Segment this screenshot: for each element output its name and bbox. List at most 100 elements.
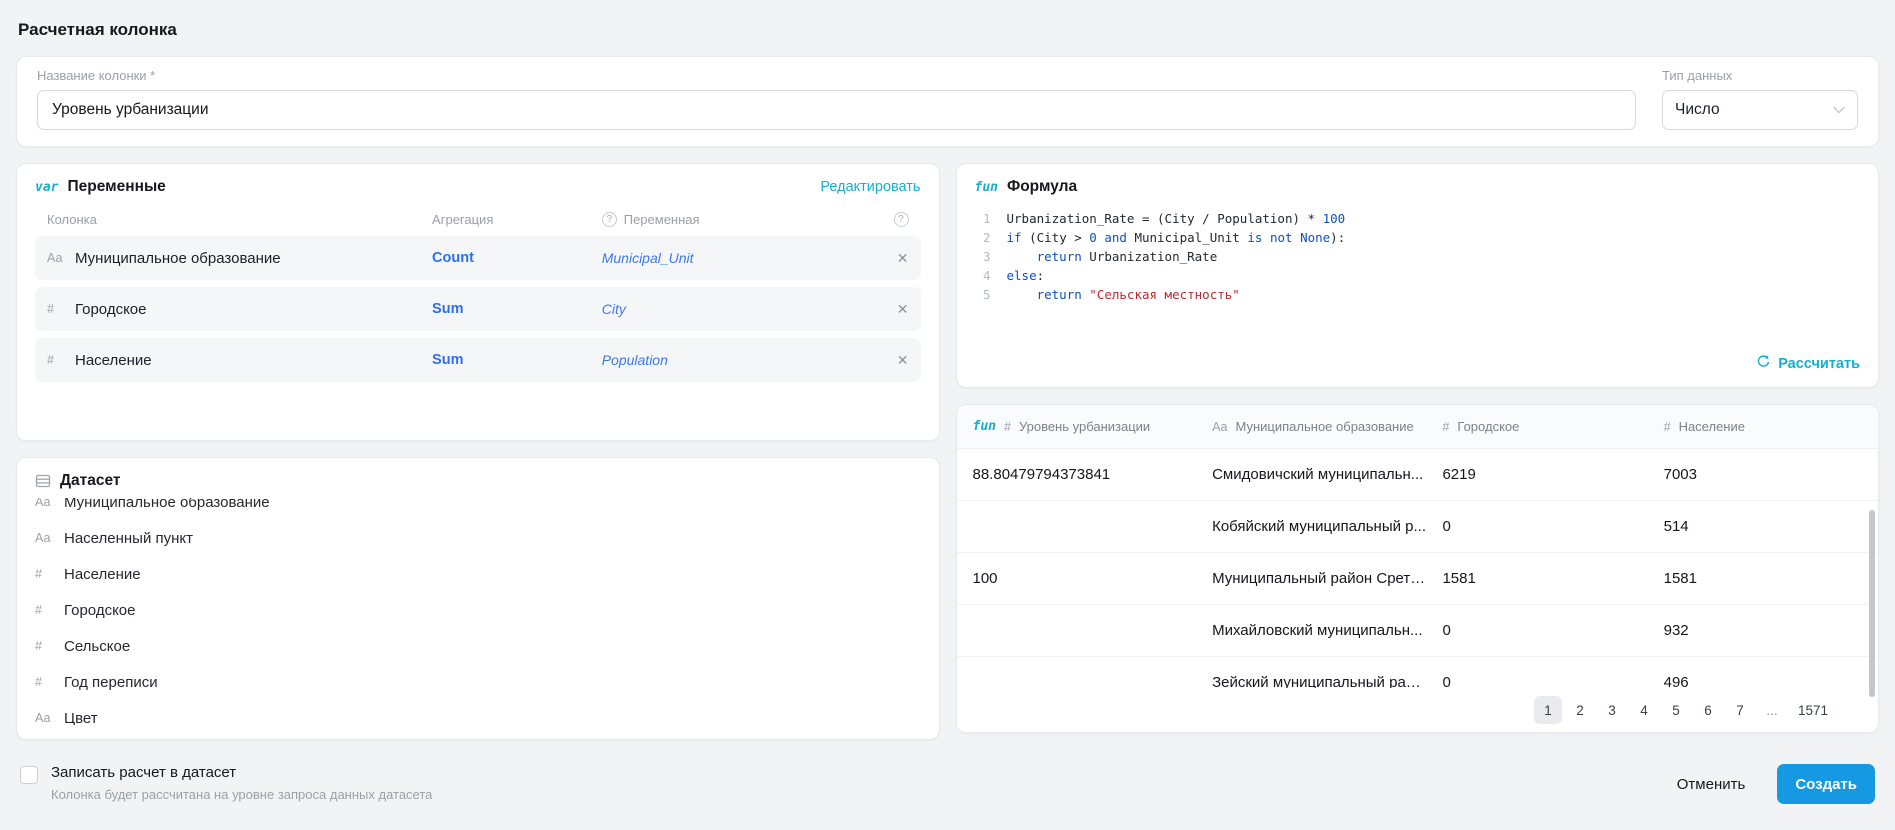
right-column: fun Формула 1Urbanization_Rate = (City /… [956, 163, 1880, 733]
table-cell: 100 [957, 570, 1197, 587]
field-type-icon: Аа [35, 711, 52, 725]
field-type-icon: # [1442, 420, 1449, 434]
calculate-button[interactable]: Рассчитать [975, 354, 1861, 373]
formula-code[interactable]: 1Urbanization_Rate = (City / Population)… [975, 209, 1861, 304]
column-name-field-group: Название колонки * [37, 68, 1636, 130]
dataset-field-label: Население [64, 566, 141, 583]
dataset-field-item[interactable]: #Сельское [35, 628, 921, 664]
variable-name[interactable]: Population [602, 352, 877, 368]
data-type-label: Тип данных [1662, 68, 1858, 83]
variables-help-cell: ? [883, 212, 909, 227]
line-number: 2 [975, 228, 991, 247]
help-icon[interactable]: ? [602, 212, 617, 227]
pagination-page[interactable]: 2 [1566, 696, 1594, 724]
calculated-column-page: Расчетная колонка Название колонки * Тип… [0, 0, 1895, 830]
variables-panel: var Переменные Редактировать Колонка Агр… [16, 163, 940, 441]
code-token: is [1247, 230, 1262, 245]
main-area: var Переменные Редактировать Колонка Агр… [16, 163, 1879, 740]
table-row: 88.80479794373841Смидовичский муниципаль… [957, 449, 1879, 501]
write-to-dataset-option: Записать расчет в датасет Колонка будет … [20, 764, 432, 802]
preview-column-label: Уровень урбанизации [1019, 419, 1150, 434]
dataset-field-label: Муниципальное образование [64, 498, 270, 511]
table-cell: 514 [1648, 518, 1878, 535]
pagination-page[interactable]: 3 [1598, 696, 1626, 724]
preview-column-header[interactable]: #Городское [1426, 419, 1647, 434]
pagination-page[interactable]: 1 [1534, 696, 1562, 724]
code-token: (City > [1022, 230, 1090, 245]
dataset-field-item[interactable]: #Год переписи [35, 664, 921, 700]
variable-name[interactable]: Municipal_Unit [602, 250, 877, 266]
formula-panel-header: fun Формула [975, 178, 1861, 196]
dataset-field-item[interactable]: АаНаселенный пункт [35, 520, 921, 556]
field-type-icon: Аа [35, 498, 52, 509]
write-to-dataset-checkbox[interactable] [20, 766, 38, 784]
code-token: if [1007, 230, 1022, 245]
formula-title: Формула [1007, 178, 1077, 196]
code-token [1293, 230, 1301, 245]
dataset-field-item[interactable]: #Городское [35, 592, 921, 628]
field-type-icon: # [35, 603, 52, 617]
dataset-title: Датасет [60, 472, 121, 490]
code-token: 100 [1323, 211, 1346, 226]
variable-name[interactable]: City [602, 301, 877, 317]
pagination-page[interactable]: 5 [1662, 696, 1690, 724]
pagination-page[interactable]: 6 [1694, 696, 1722, 724]
preview-column-header[interactable]: # Население [1648, 419, 1878, 434]
edit-variables-link[interactable]: Редактировать [820, 179, 920, 195]
data-type-field-group: Тип данных Число [1662, 68, 1858, 130]
scrollbar-thumb[interactable] [1869, 510, 1875, 697]
variable-row: #НаселениеSumPopulation✕ [35, 338, 921, 382]
remove-variable-icon[interactable]: ✕ [883, 301, 909, 318]
variable-column-name: Население [75, 352, 152, 369]
table-cell: 1581 [1648, 570, 1878, 587]
dataset-field-list: АаМуниципальное образованиеАаНаселенный … [35, 498, 921, 725]
remove-variable-icon[interactable]: ✕ [883, 250, 909, 267]
pagination-page[interactable]: 1571 [1790, 696, 1836, 724]
dataset-field-label: Сельское [64, 638, 130, 655]
column-name-input[interactable] [37, 90, 1636, 130]
aggregation-select[interactable]: Sum [432, 352, 596, 368]
dataset-field-label: Населенный пункт [64, 530, 193, 547]
variable-row: #Городское Sum City ✕ [35, 287, 921, 331]
data-type-select[interactable]: Число [1662, 90, 1858, 130]
field-type-icon: # [35, 675, 52, 689]
checkbox-hint: Колонка будет рассчитана на уровне запро… [51, 787, 432, 802]
code-token: return [1037, 249, 1082, 264]
code-token: "Сельская местность" [1089, 287, 1240, 302]
preview-column-label: Население [1679, 419, 1745, 434]
cancel-button[interactable]: Отменить [1659, 764, 1764, 804]
preview-header: fun#Уровень урбанизацииАаМуниципальное о… [957, 405, 1879, 449]
preview-column-header[interactable]: АаМуниципальное образование [1196, 419, 1426, 434]
dataset-panel: Датасет АаМуниципальное образованиеАаНас… [16, 457, 940, 740]
create-button[interactable]: Создать [1777, 764, 1875, 804]
code-token [1007, 287, 1037, 302]
field-type-icon: # [1664, 420, 1671, 434]
preview-column-header[interactable]: fun#Уровень урбанизации [957, 419, 1197, 434]
variable-column-cell: #Городское [47, 301, 426, 318]
line-number: 4 [975, 266, 991, 285]
variable-row: АаМуниципальное образованиеCountMunicipa… [35, 236, 921, 280]
table-row: Кобяйский муниципальный р...0514 [957, 501, 1879, 553]
table-cell: 0 [1426, 518, 1647, 535]
dataset-field-item[interactable]: АаЦвет [35, 700, 921, 725]
aggregation-select[interactable]: Sum [432, 301, 596, 317]
help-icon[interactable]: ? [894, 212, 909, 227]
table-cell: 6219 [1426, 466, 1647, 483]
pagination: 1234567...1571 [957, 688, 1879, 732]
remove-variable-icon[interactable]: ✕ [883, 352, 909, 369]
data-type-value: Число [1675, 101, 1720, 119]
table-cell: Муниципальный район Срете... [1196, 570, 1426, 587]
code-line: 5 return "Сельская местность" [975, 285, 1861, 304]
code-text: else: [1007, 266, 1045, 285]
pagination-page[interactable]: 4 [1630, 696, 1658, 724]
pagination-page[interactable]: 7 [1726, 696, 1754, 724]
table-row: Михайловский муниципальн...0932 [957, 605, 1879, 657]
code-token [1007, 249, 1037, 264]
line-number: 1 [975, 209, 991, 228]
aggregation-select[interactable]: Count [432, 250, 596, 266]
field-type-icon: # [35, 567, 52, 581]
dataset-field-item[interactable]: Аа Муниципальное образование [35, 498, 921, 520]
code-token: Municipal_Unit [1127, 230, 1247, 245]
field-type-icon: # [1004, 420, 1011, 434]
dataset-field-item[interactable]: # Население [35, 556, 921, 592]
